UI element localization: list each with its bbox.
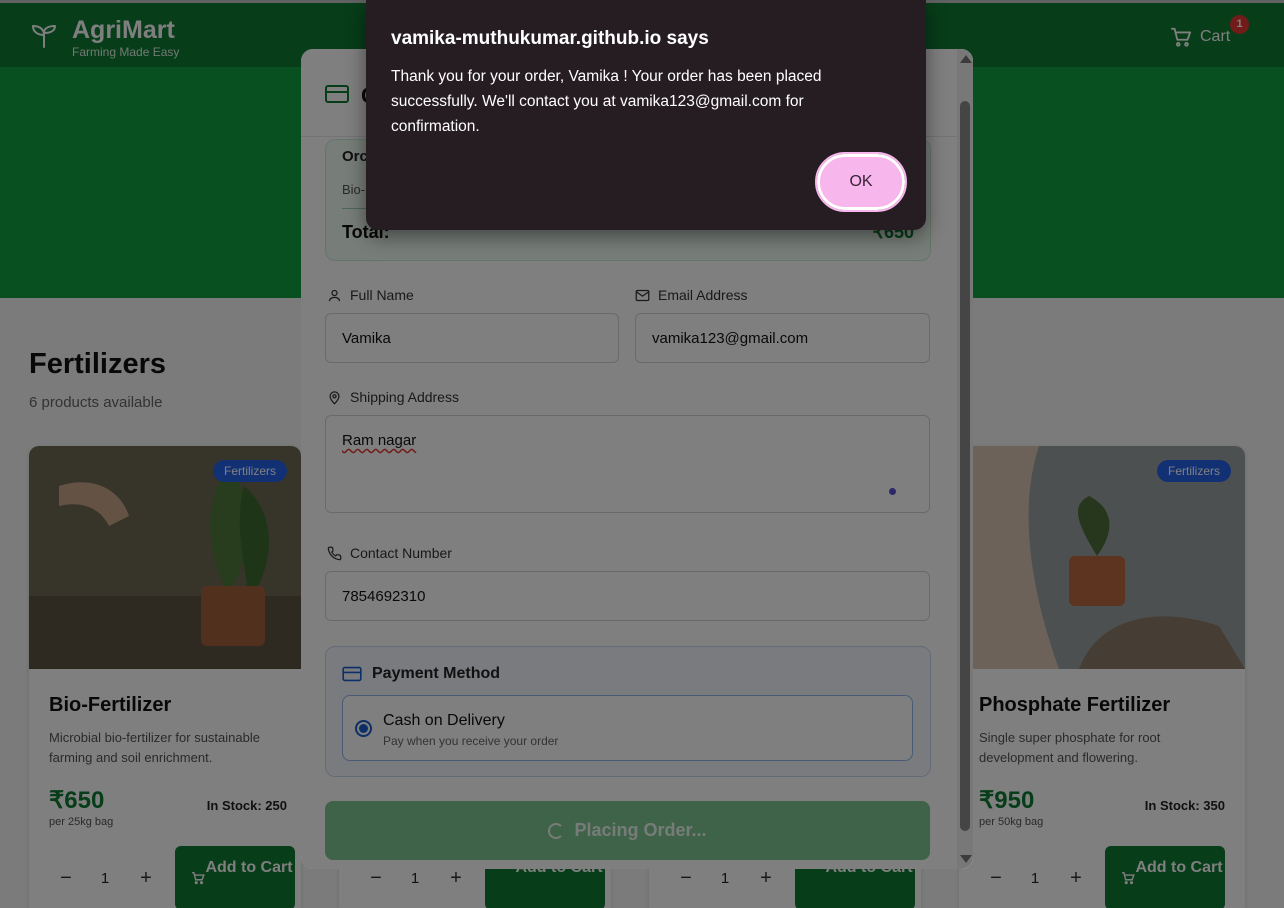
browser-alert-dialog: vamika-muthukumar.github.io says Thank y…: [366, 0, 926, 230]
alert-ok-button[interactable]: OK: [815, 152, 907, 212]
alert-message: Thank you for your order, Vamika ! Your …: [391, 68, 822, 135]
alert-origin: vamika-muthukumar.github.io says: [391, 28, 709, 49]
